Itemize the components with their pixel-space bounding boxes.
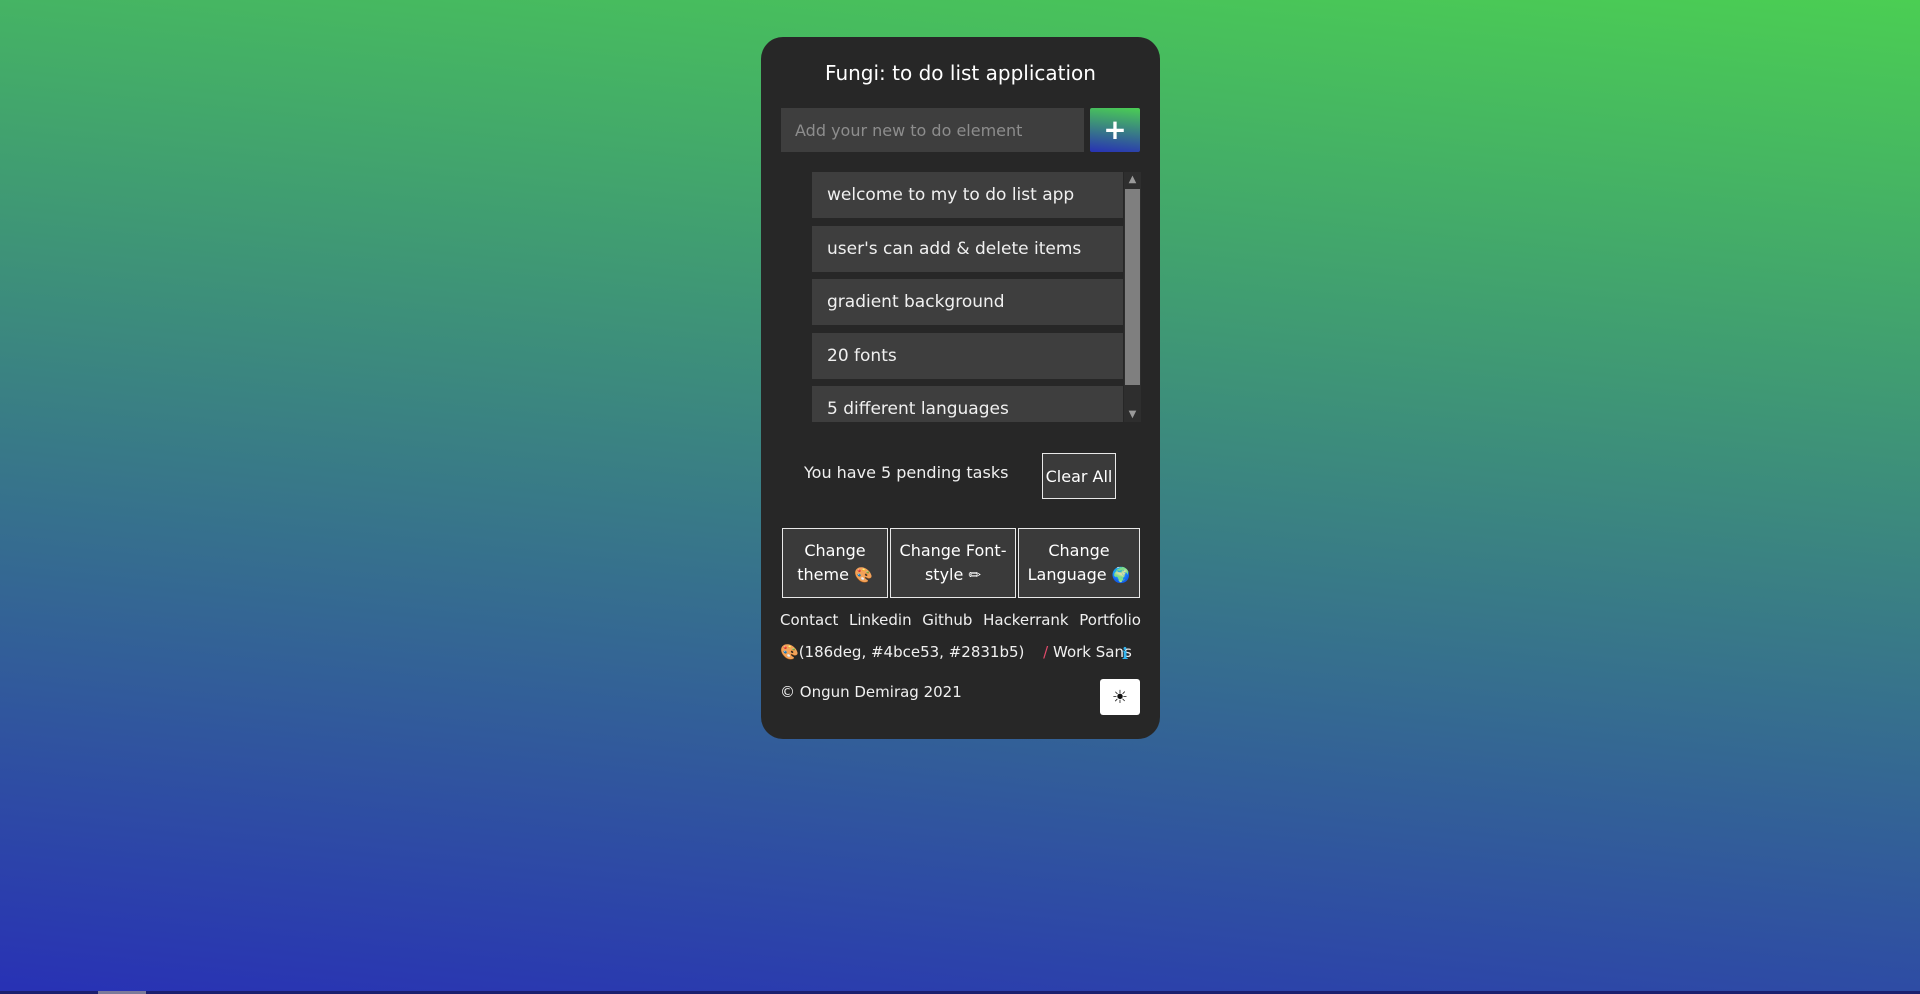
- scroll-up-arrow-icon[interactable]: ▲: [1124, 172, 1141, 187]
- change-font-label: Change Font-style: [899, 541, 1007, 584]
- palette-icon: 🎨: [780, 643, 799, 661]
- footer-links: Contact Linkedin Github Hackerrank Portf…: [780, 611, 1141, 629]
- list-item[interactable]: 5 different languages: [812, 386, 1123, 422]
- hackerrank-link[interactable]: Hackerrank: [983, 611, 1069, 629]
- theme-mode-button[interactable]: ☀: [1100, 679, 1140, 715]
- change-language-label: Change Language: [1027, 541, 1110, 584]
- pen-icon: /: [1043, 643, 1049, 661]
- palette-icon: 🎨: [854, 566, 873, 584]
- todo-card: Fungi: to do list application + welcome …: [761, 37, 1160, 739]
- linkedin-link[interactable]: Linkedin: [849, 611, 912, 629]
- list-item[interactable]: user's can add & delete items: [812, 226, 1123, 272]
- list-item[interactable]: 20 fonts: [812, 333, 1123, 379]
- list-scrollbar[interactable]: ▲ ▼: [1124, 172, 1141, 422]
- sun-icon: ☀: [1111, 686, 1129, 708]
- clear-all-button[interactable]: Clear All: [1042, 453, 1116, 499]
- pending-tasks-text: You have 5 pending tasks: [804, 463, 1009, 482]
- globe-icon: 🌍: [1111, 566, 1131, 584]
- scroll-thumb[interactable]: [1125, 189, 1140, 385]
- portfolio-link[interactable]: Portfolio: [1079, 611, 1141, 629]
- change-font-button[interactable]: Change Font-style ✏: [890, 528, 1016, 598]
- change-theme-button[interactable]: Change theme 🎨: [782, 528, 888, 598]
- app-title: Fungi: to do list application: [825, 61, 1096, 85]
- pencil-icon: ✏: [968, 566, 982, 584]
- plus-icon: +: [1103, 113, 1127, 146]
- current-settings: 🎨(186deg, #4bce53, #2831b5) / Work Sans: [780, 643, 1132, 661]
- todo-list[interactable]: welcome to my to do list app user's can …: [812, 172, 1141, 422]
- list-item[interactable]: gradient background: [812, 279, 1123, 325]
- add-todo-button[interactable]: +: [1090, 108, 1140, 152]
- list-item[interactable]: welcome to my to do list app: [812, 172, 1123, 218]
- gradient-value: (186deg, #4bce53, #2831b5): [798, 643, 1025, 661]
- new-todo-input[interactable]: [781, 108, 1084, 152]
- info-icon[interactable]: ℹ: [1122, 644, 1128, 663]
- font-value: Work Sans: [1053, 643, 1132, 661]
- scroll-down-arrow-icon[interactable]: ▼: [1124, 407, 1141, 422]
- change-language-button[interactable]: Change Language 🌍: [1018, 528, 1140, 598]
- github-link[interactable]: Github: [922, 611, 972, 629]
- copyright-text: © Ongun Demirag 2021: [780, 683, 962, 701]
- contact-link[interactable]: Contact: [780, 611, 838, 629]
